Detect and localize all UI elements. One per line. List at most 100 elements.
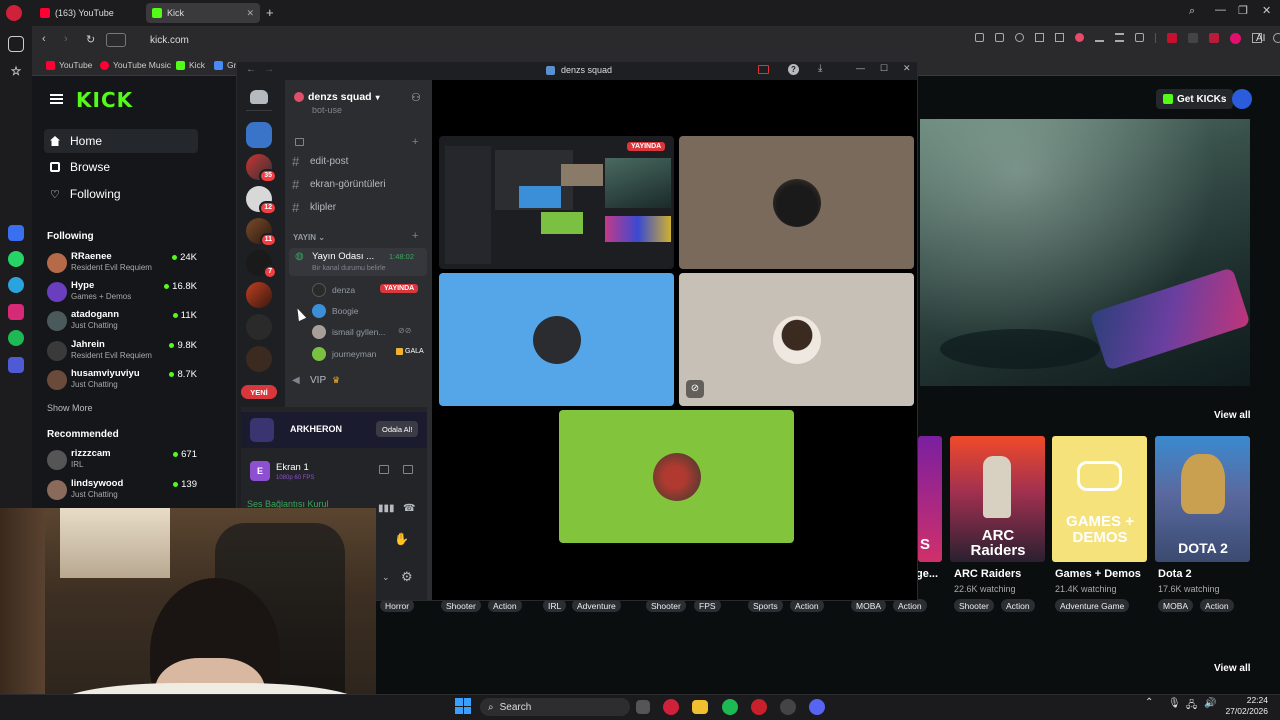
reload-icon[interactable]: ↻	[86, 33, 95, 46]
bookmark-kick[interactable]: Kick	[176, 58, 205, 72]
category-card-dota-2[interactable]: DOTA 2	[1155, 436, 1250, 562]
taskbar-search[interactable]: ⌕ Search	[480, 698, 630, 716]
forward-icon[interactable]: →	[264, 64, 274, 75]
site-info-icon[interactable]	[106, 33, 126, 47]
category-title[interactable]: ge...	[916, 568, 938, 580]
taskbar-clock[interactable]: 22:24 27/02/2026	[1225, 695, 1268, 717]
server-icon[interactable]: 7	[246, 250, 277, 279]
telegram-icon[interactable]	[8, 277, 24, 293]
promo-button[interactable]: Odala Al!	[376, 421, 419, 437]
voice-user-denza[interactable]: denza	[312, 281, 355, 299]
extension-icon[interactable]	[1230, 33, 1241, 44]
download-icon[interactable]: ⤓	[818, 63, 822, 74]
user-avatar[interactable]	[1232, 89, 1252, 109]
activity-title[interactable]: Ekran 1	[276, 462, 309, 473]
category-card-partial[interactable]: S	[918, 436, 942, 562]
tray-chevron-icon[interactable]: ⌃	[1145, 697, 1153, 708]
cube-icon[interactable]	[1273, 33, 1280, 43]
server-icon[interactable]	[246, 282, 272, 308]
bookmark-youtube-music[interactable]: YouTube Music	[100, 58, 171, 72]
server-icon[interactable]: 12	[246, 186, 277, 215]
signal-icon[interactable]: ▮▮▮	[378, 503, 395, 514]
chevron-down-icon[interactable]: ⌄	[382, 572, 390, 583]
category-tag[interactable]: Action	[1200, 599, 1234, 612]
microphone-icon[interactable]: 🎙	[1168, 698, 1181, 709]
category-card-arc-raiders[interactable]: ARC Raiders	[950, 436, 1045, 562]
discord-taskbar-icon[interactable]	[809, 699, 825, 715]
channel-row[interactable]: lindsywood Just Chatting 139	[47, 478, 197, 504]
kick-logo[interactable]: KICK	[76, 88, 133, 112]
spotify-icon[interactable]	[8, 330, 24, 346]
disconnect-icon[interactable]: ☎	[403, 503, 415, 514]
channel-partial[interactable]: bot-use	[312, 107, 342, 117]
lock-icon[interactable]	[1135, 33, 1144, 42]
voice-tile-boogie[interactable]	[439, 273, 674, 406]
add-channel-icon[interactable]: +	[412, 230, 418, 242]
recorder-icon[interactable]	[751, 699, 767, 715]
view-all-link[interactable]: View all	[1214, 410, 1251, 421]
screen-share-icon[interactable]	[758, 65, 769, 74]
messenger-icon[interactable]	[8, 225, 24, 241]
tab-youtube[interactable]: (163) YouTube	[34, 3, 144, 23]
voice-user-journeyman[interactable]: journeyman	[312, 345, 376, 363]
help-icon[interactable]: ?	[788, 64, 799, 75]
nav-browse[interactable]: Browse	[44, 155, 198, 179]
stream-settings-icon[interactable]	[403, 465, 413, 474]
home-icon[interactable]	[8, 36, 24, 52]
steam-icon[interactable]	[780, 699, 796, 715]
category-tag[interactable]: MOBA	[1158, 599, 1194, 612]
player-icon[interactable]	[8, 357, 24, 373]
whatsapp-icon[interactable]	[8, 251, 24, 267]
channel-row[interactable]: atadogann Just Chatting 11K	[47, 309, 197, 335]
show-more-link[interactable]: Show More	[47, 403, 93, 413]
channel-klipler[interactable]: # klipler	[292, 198, 422, 216]
server-icon[interactable]	[246, 314, 272, 340]
server-icon[interactable]: 35	[246, 154, 277, 183]
shield-icon[interactable]	[1015, 33, 1024, 42]
camera-icon[interactable]	[995, 33, 1004, 42]
maximize-window-icon[interactable]: ❐	[1238, 4, 1248, 17]
category-tag[interactable]: Action	[1001, 599, 1035, 612]
close-window-icon[interactable]: ✕	[1262, 4, 1271, 17]
extension-red-icon[interactable]	[1167, 33, 1177, 43]
category-title[interactable]: Dota 2	[1158, 568, 1192, 580]
close-tab-icon[interactable]: ✕	[246, 8, 254, 19]
category-title[interactable]: Games + Demos	[1055, 568, 1141, 580]
file-explorer-icon[interactable]	[692, 700, 708, 714]
search-tabs-icon[interactable]: ⌕	[1189, 5, 1195, 18]
spotify-icon[interactable]	[722, 699, 738, 715]
category-title[interactable]: ARC Raiders	[954, 568, 1021, 580]
opera-taskbar-icon[interactable]	[663, 699, 679, 715]
category-card-games-demos[interactable]: GAMES + DEMOS	[1052, 436, 1147, 562]
extension-icon[interactable]	[1188, 33, 1198, 43]
download-icon[interactable]	[1095, 33, 1104, 42]
ai-button[interactable]: AI	[1256, 33, 1265, 44]
server-icon[interactable]: 11	[246, 218, 277, 247]
play-icon[interactable]	[1035, 33, 1044, 42]
category-tag[interactable]: Adventure Game	[1055, 599, 1130, 612]
heart-icon[interactable]	[1075, 33, 1084, 42]
menu-icon[interactable]	[1115, 33, 1124, 42]
bookmark-youtube[interactable]: YouTube	[46, 58, 92, 72]
windows-start-icon[interactable]	[455, 698, 471, 714]
voice-user-ismail[interactable]: ismail gyllen...	[312, 323, 385, 341]
stop-stream-icon[interactable]	[379, 465, 389, 474]
url-field[interactable]: kick.com	[150, 31, 970, 49]
instagram-icon[interactable]	[8, 304, 24, 320]
voice-room-status[interactable]: Bir kanal durumu belirle	[312, 265, 386, 272]
view-all-link[interactable]: View all	[1214, 663, 1251, 674]
server-denzs-squad[interactable]	[246, 122, 272, 148]
star-icon[interactable]: ☆	[8, 63, 24, 79]
minimize-window-icon[interactable]: —	[856, 63, 865, 73]
connection-status[interactable]: Ses Bağlantısı Kurul	[247, 496, 377, 508]
get-kicks-button[interactable]: Get KICKs	[1156, 89, 1234, 109]
channel-row[interactable]: rizzzcam IRL 671	[47, 448, 197, 474]
discord-logo-icon[interactable]	[250, 90, 268, 104]
channel-edit-post[interactable]: # edit-post	[292, 152, 422, 170]
back-icon[interactable]: ←	[246, 64, 256, 75]
close-window-icon[interactable]: ✕	[903, 63, 911, 74]
channel-row[interactable]: Hype Games + Demos 16.8K	[47, 280, 197, 306]
server-icon[interactable]	[246, 346, 272, 372]
voice-user-boogie[interactable]: Boogie	[312, 302, 358, 320]
network-icon[interactable]: 🖧	[1186, 698, 1197, 715]
